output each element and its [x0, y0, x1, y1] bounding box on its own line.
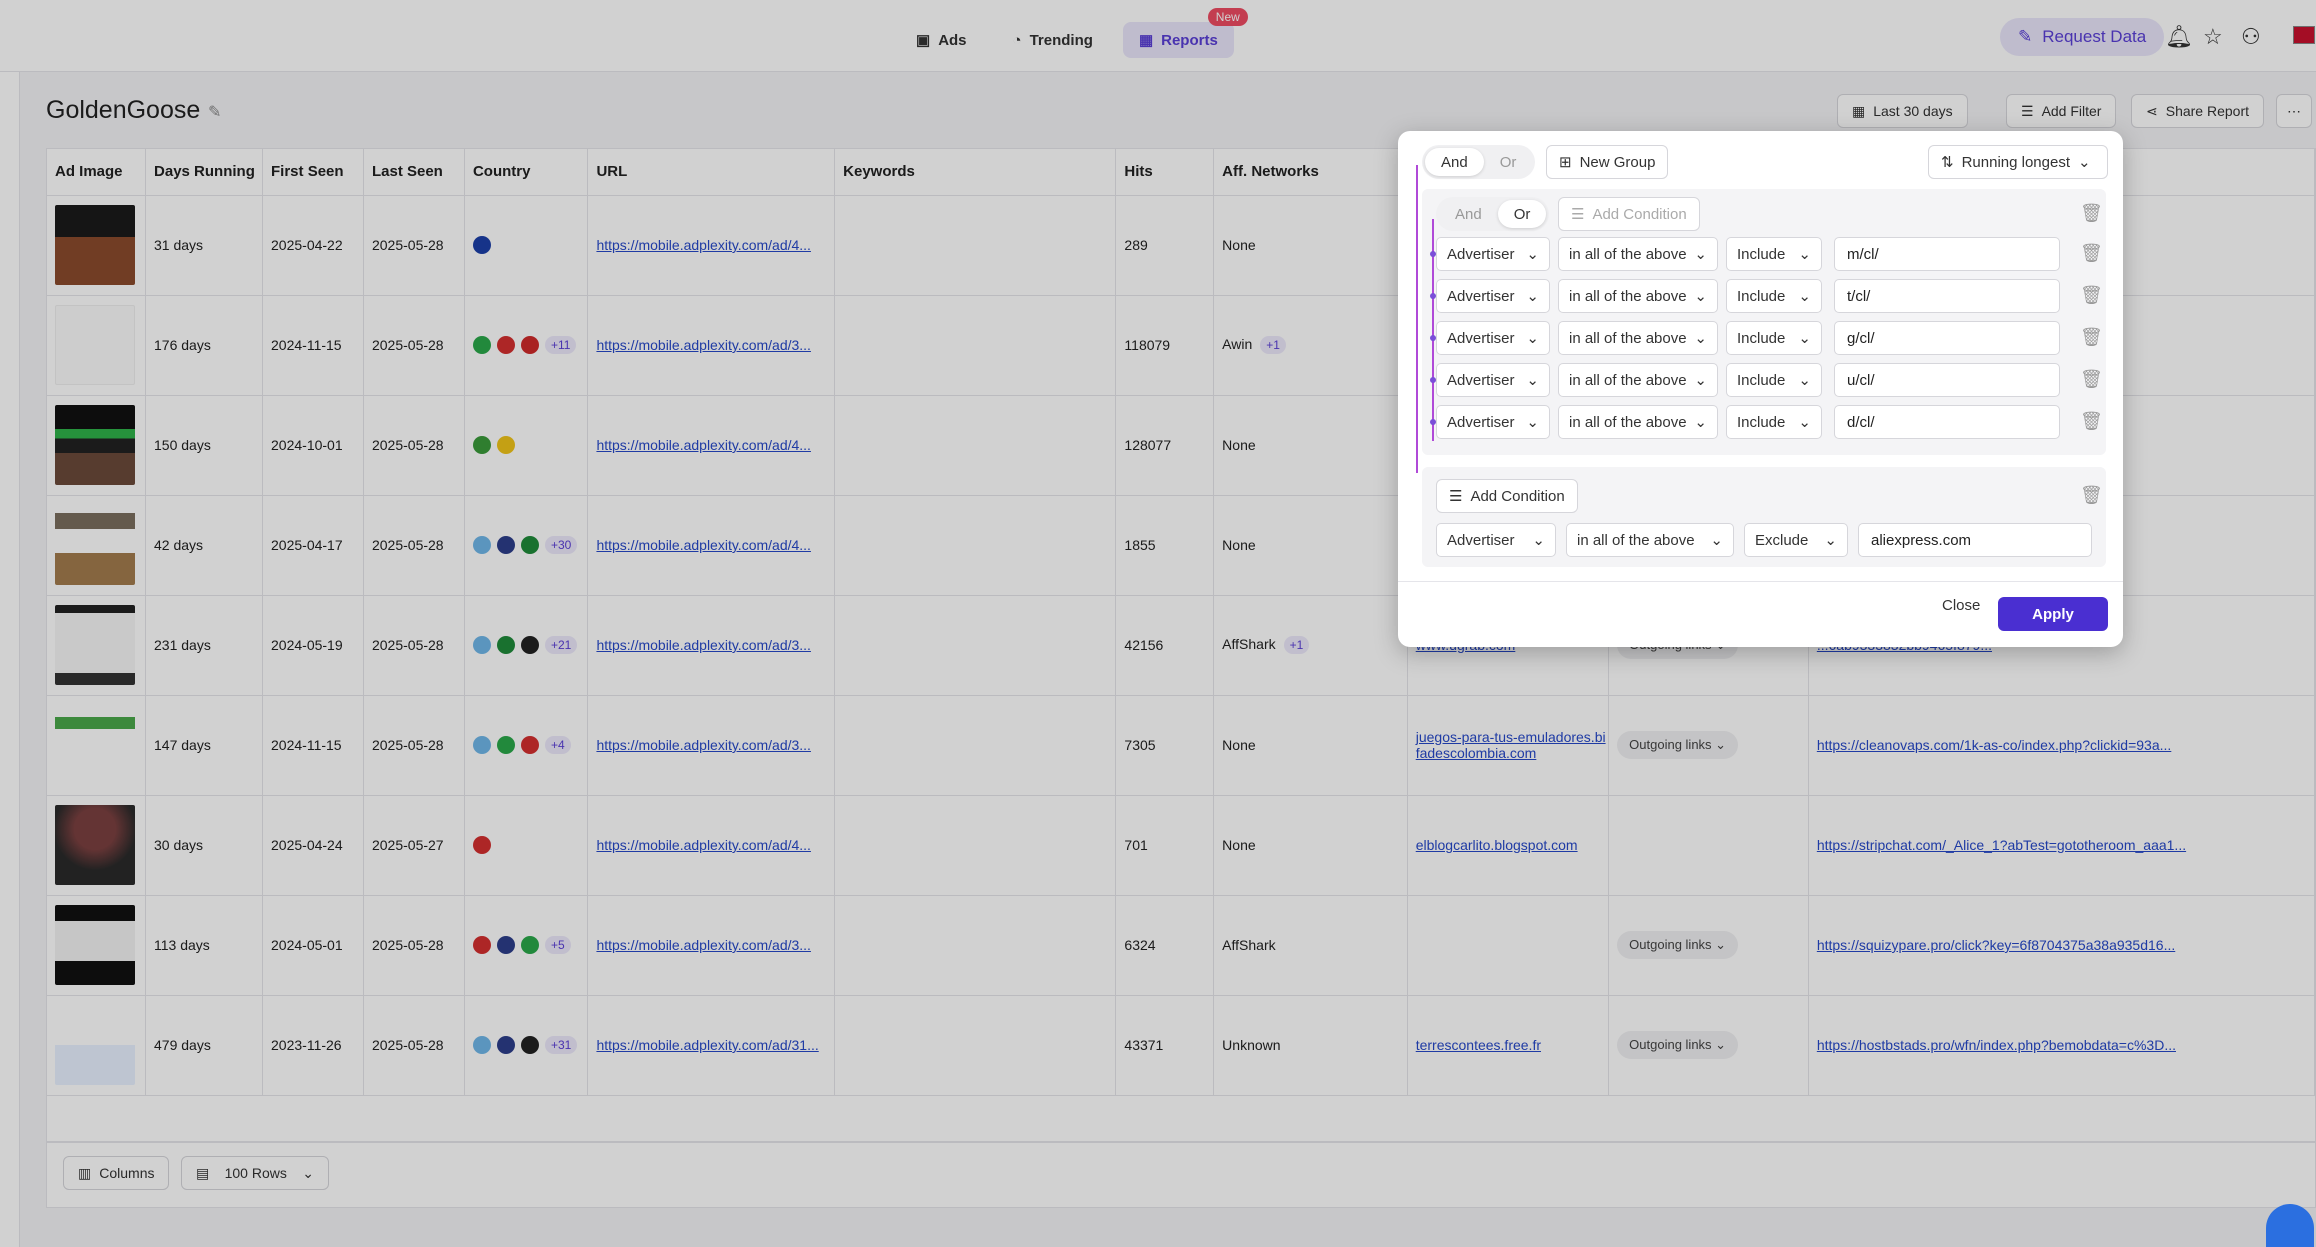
mode-select[interactable]: Include ⌄	[1726, 279, 1822, 313]
trash-icon[interactable]: 🗑︎	[2080, 285, 2103, 306]
scope-select[interactable]: in all of the above ⌄	[1558, 321, 1718, 355]
root-and-option[interactable]: And	[1425, 148, 1484, 176]
group-and-option[interactable]: And	[1439, 200, 1498, 228]
value-input[interactable]: m/cl/	[1834, 237, 2060, 271]
mode-select[interactable]: Include ⌄	[1726, 363, 1822, 397]
trash-icon[interactable]: 🗑︎	[2080, 243, 2103, 264]
add-condition-button[interactable]: ☰ Add Condition	[1558, 197, 1700, 231]
scope-select[interactable]: in all of the above ⌄	[1558, 363, 1718, 397]
filter-panel: And Or ⊞ New Group ⇅ Running longest ⌄ And …	[1398, 131, 2123, 647]
apply-button[interactable]: Apply	[1998, 597, 2108, 631]
trash-icon[interactable]: 🗑︎	[2080, 369, 2103, 390]
condition-group-1: And Or ☰ Add Condition 🗑︎ Advertiser ⌄ in a…	[1422, 189, 2106, 455]
value-input[interactable]: aliexpress.com	[1858, 523, 2092, 557]
scope-select[interactable]: in all of the above ⌄	[1558, 237, 1718, 271]
chat-icon[interactable]	[2266, 1204, 2314, 1247]
chevron-down-icon: ⌄	[1798, 372, 1811, 389]
close-button[interactable]: Close	[1942, 597, 1980, 614]
chevron-down-icon: ⌄	[1526, 246, 1539, 263]
trash-icon[interactable]: 🗑︎	[2080, 485, 2103, 506]
value-input[interactable]: t/cl/	[1834, 279, 2060, 313]
mode-select[interactable]: Include ⌄	[1726, 237, 1822, 271]
list-icon: ☰	[1449, 488, 1463, 505]
field-select[interactable]: Advertiser ⌄	[1436, 321, 1550, 355]
condition-group-2: ☰ Add Condition 🗑︎ Advertiser ⌄ in all of …	[1422, 467, 2106, 567]
chevron-down-icon: ⌄	[1694, 246, 1707, 263]
chevron-down-icon: ⌄	[1798, 414, 1811, 431]
new-group-button[interactable]: ⊞ New Group	[1546, 145, 1669, 179]
chevron-down-icon: ⌄	[1694, 414, 1707, 431]
chevron-down-icon: ⌄	[1694, 372, 1707, 389]
chevron-down-icon: ⌄	[1694, 288, 1707, 305]
scope-select[interactable]: in all of the above ⌄	[1566, 523, 1734, 557]
list-icon: ☰	[1571, 206, 1585, 223]
scope-select[interactable]: in all of the above ⌄	[1558, 405, 1718, 439]
chevron-down-icon: ⌄	[2078, 154, 2091, 171]
field-select[interactable]: Advertiser ⌄	[1436, 363, 1550, 397]
root-and-or-toggle: And Or	[1422, 145, 1536, 179]
value-input[interactable]: d/cl/	[1834, 405, 2060, 439]
chevron-down-icon: ⌄	[1798, 246, 1811, 263]
trash-icon[interactable]: 🗑︎	[2080, 411, 2103, 432]
value-input[interactable]: g/cl/	[1834, 321, 2060, 355]
add-condition-button-2[interactable]: ☰ Add Condition	[1436, 479, 1578, 513]
scope-select[interactable]: in all of the above ⌄	[1558, 279, 1718, 313]
sort-select[interactable]: ⇅ Running longest ⌄	[1928, 145, 2108, 179]
trash-icon[interactable]: 🗑︎	[2080, 203, 2103, 224]
chevron-down-icon: ⌄	[1798, 330, 1811, 347]
field-select[interactable]: Advertiser ⌄	[1436, 279, 1550, 313]
group-and-or-toggle: And Or	[1436, 197, 1550, 231]
root-or-option[interactable]: Or	[1484, 148, 1533, 176]
chevron-down-icon: ⌄	[1526, 330, 1539, 347]
chevron-down-icon: ⌄	[1526, 414, 1539, 431]
group-connector-line	[1416, 165, 1418, 473]
sort-icon: ⇅	[1941, 154, 1954, 171]
field-select[interactable]: Advertiser ⌄	[1436, 523, 1556, 557]
panel-divider	[1398, 581, 2123, 582]
trash-icon[interactable]: 🗑︎	[2080, 327, 2103, 348]
chevron-down-icon: ⌄	[1798, 288, 1811, 305]
group-icon: ⊞	[1559, 154, 1572, 171]
chevron-down-icon: ⌄	[1532, 532, 1545, 549]
field-select[interactable]: Advertiser ⌄	[1436, 237, 1550, 271]
chevron-down-icon: ⌄	[1694, 330, 1707, 347]
group-or-option[interactable]: Or	[1497, 200, 1547, 228]
chevron-down-icon: ⌄	[1710, 532, 1723, 549]
mode-select[interactable]: Include ⌄	[1726, 405, 1822, 439]
mode-select[interactable]: Exclude ⌄	[1744, 523, 1848, 557]
chevron-down-icon: ⌄	[1526, 372, 1539, 389]
mode-select[interactable]: Include ⌄	[1726, 321, 1822, 355]
field-select[interactable]: Advertiser ⌄	[1436, 405, 1550, 439]
chevron-down-icon: ⌄	[1526, 288, 1539, 305]
chevron-down-icon: ⌄	[1824, 532, 1837, 549]
value-input[interactable]: u/cl/	[1834, 363, 2060, 397]
